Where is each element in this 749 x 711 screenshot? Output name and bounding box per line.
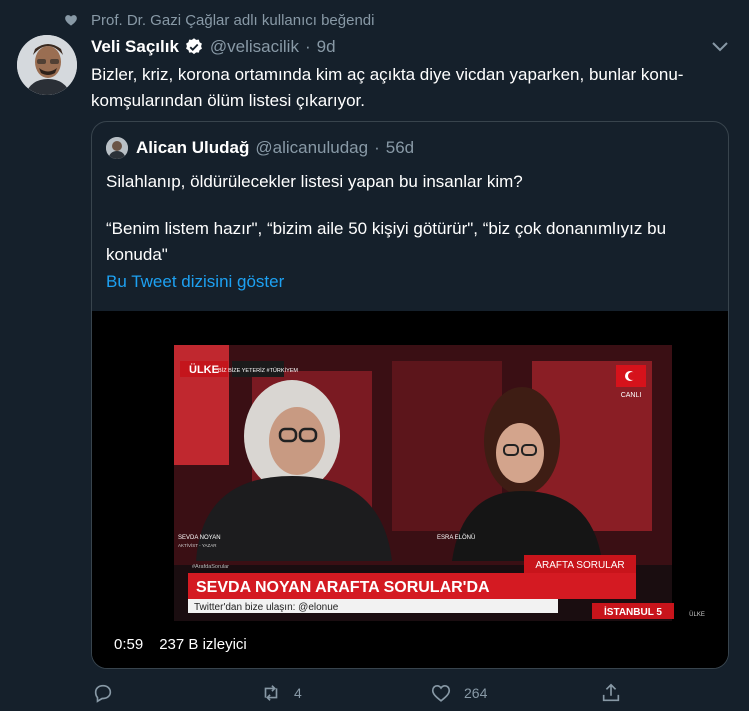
reply-icon [94, 684, 112, 703]
like-count: 264 [464, 685, 488, 701]
quoted-author-handle: @alicanuludag [255, 138, 369, 157]
guest1-caption: SEVDA NOYAN [178, 535, 221, 541]
like-icon [431, 685, 451, 702]
reply-button[interactable] [92, 682, 126, 704]
tweet-text: Bizler, kriz, korona ortamında kim aç aç… [91, 65, 684, 110]
quoted-text-line2: “Benim listem hazır", “bizim aile 50 kiş… [106, 219, 667, 264]
corner-logo: ÜLKE [689, 611, 705, 618]
video-meta: 0:59 237 B izleyici [110, 634, 251, 655]
author-name[interactable]: Veli Saçılık [91, 37, 179, 57]
quoted-tweet[interactable]: Alican Uludağ @alicanuludag · 56d Silahl… [91, 121, 729, 669]
quoted-time: 56d [385, 138, 415, 157]
live-tag: CANLI [621, 392, 642, 399]
guest2-caption: ESRA ELÖNÜ [437, 534, 475, 541]
quoted-separator-dot: · [374, 138, 380, 157]
ticker-text: Twitter'dan bize ulaşın: @elonue [194, 602, 339, 613]
heart-icon [65, 15, 77, 26]
quoted-avatar [106, 137, 128, 159]
social-context-text: Prof. Dr. Gazi Çağlar adlı kullanıcı beğ… [91, 12, 375, 29]
author-handle[interactable]: @velisacilik [210, 37, 299, 57]
share-icon [602, 683, 620, 702]
show-thread-link[interactable]: Bu Tweet dizisini göster [106, 272, 284, 292]
like-button[interactable]: 264 [430, 682, 487, 704]
video-views: 237 B izleyici [155, 634, 251, 655]
guest1-role: AKTİVİST - YAZAR [178, 542, 217, 548]
tweet-time[interactable]: 9d [317, 37, 336, 57]
share-button[interactable] [600, 682, 622, 704]
quoted-tweet-header: Alican Uludağ @alicanuludag · 56d [106, 136, 414, 160]
quoted-text-line1: Silahlanıp, öldürülecekler listesi yapan… [106, 172, 523, 191]
hashtag-handle: #ArafdaSorular [192, 564, 229, 570]
avatar-photo [17, 35, 77, 95]
hashtag-tag: BİZ BİZE YETERİZ #TÜRKİYEM [218, 367, 298, 374]
verified-badge-icon [185, 38, 202, 55]
video-frame: ÜLKE BİZ BİZE YETERİZ #TÜRKİYEM CANLI SE… [92, 311, 728, 668]
chevron-down-icon[interactable] [711, 40, 729, 54]
retweet-button[interactable]: 4 [260, 682, 302, 704]
retweet-icon [264, 685, 278, 701]
retweet-count: 4 [294, 685, 302, 701]
show-name: ARAFTA SORULAR [535, 560, 624, 571]
avatar[interactable] [17, 35, 77, 95]
tweet-actions: 4 264 [0, 682, 749, 706]
channel-logo: ÜLKE [189, 363, 219, 376]
video-player[interactable]: ÜLKE BİZ BİZE YETERİZ #TÜRKİYEM CANLI SE… [92, 311, 728, 668]
quoted-author-name: Alican Uludağ [136, 138, 250, 157]
separator-dot: · [304, 37, 311, 56]
location-tag: İSTANBUL 5 [604, 605, 662, 618]
tweet-header: Veli Saçılık @velisacilik · 9d [91, 35, 336, 59]
headline: SEVDA NOYAN ARAFTA SORULAR'DA [196, 579, 490, 596]
video-duration: 0:59 [110, 634, 148, 655]
